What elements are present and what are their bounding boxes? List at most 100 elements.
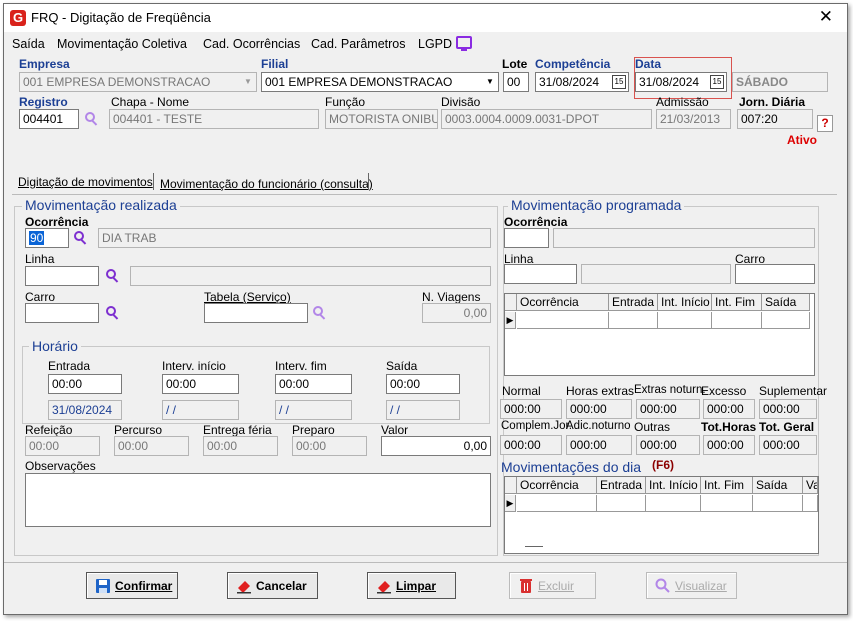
total-outras: 000:00 — [636, 435, 700, 455]
search-icon[interactable] — [313, 306, 327, 320]
table-cell[interactable] — [646, 495, 701, 512]
grid-header-ocorrencia[interactable]: Ocorrência — [517, 477, 597, 494]
tab-consulta[interactable]: Movimentação do funcionário (consulta) — [160, 177, 373, 191]
table-cell[interactable] — [712, 312, 762, 329]
confirmar-label: Confirmar — [115, 579, 173, 593]
table-cell[interactable] — [803, 495, 818, 512]
grid-header-saida[interactable]: Saída — [753, 477, 803, 494]
obs-textarea[interactable] — [25, 473, 491, 527]
prog-carro-input[interactable] — [735, 264, 815, 284]
calendar-icon[interactable]: 15 — [612, 75, 626, 89]
refeicao-input[interactable]: 00:00 — [25, 436, 100, 456]
funcao-display: MOTORISTA ONIBU — [325, 109, 438, 129]
menu-movimentacao-coletiva[interactable]: Movimentação Coletiva — [57, 37, 187, 51]
visualizar-label: Visualizar — [675, 579, 727, 593]
prog-ocorrencia-code[interactable] — [504, 228, 549, 248]
grid-header-int-fim[interactable]: Int. Fim — [712, 294, 762, 311]
grid-header-saida[interactable]: Saída — [762, 294, 810, 311]
calendar-icon[interactable]: 15 — [710, 75, 724, 89]
entrega-input[interactable]: 00:00 — [203, 436, 278, 456]
entrada-input[interactable]: 00:00 — [48, 374, 122, 394]
search-icon[interactable] — [85, 112, 99, 126]
table-cell[interactable] — [597, 495, 646, 512]
ifim-input[interactable]: 00:00 — [275, 374, 352, 394]
data-label: Data — [635, 57, 662, 71]
empresa-select[interactable]: 001 EMPRESA DEMONSTRACAO ▼ — [19, 72, 257, 92]
iinicio-date-display: / / — [162, 400, 239, 420]
ocorrencia-code-input[interactable]: 90 — [25, 228, 69, 248]
prog-grid[interactable]: Ocorrência Entrada Int. Início Int. Fim … — [504, 293, 815, 376]
registro-input[interactable]: 004401 — [19, 109, 79, 129]
chapa-nome-label: Chapa - Nome — [111, 95, 190, 109]
prog-linha-input[interactable] — [504, 264, 577, 284]
help-button[interactable]: ? — [817, 115, 833, 132]
total-suplementar: 000:00 — [759, 399, 817, 419]
iinicio-input[interactable]: 00:00 — [162, 374, 239, 394]
close-icon[interactable]: ✕ — [819, 7, 833, 27]
grid-corner — [505, 477, 517, 494]
table-cell[interactable] — [517, 495, 597, 512]
registro-label: Registro — [19, 95, 68, 109]
saida-input[interactable]: 00:00 — [386, 374, 460, 394]
divisao-display: 0003.0004.0009.0031-DPOT — [441, 109, 652, 129]
limpar-button[interactable]: Limpar — [367, 572, 456, 599]
carro-input[interactable] — [25, 303, 99, 323]
linha-label: Linha — [25, 252, 55, 266]
cancelar-button[interactable]: Cancelar — [227, 572, 318, 599]
grid-header-ocorrencia[interactable]: Ocorrência — [517, 294, 609, 311]
menu-saida[interactable]: Saída — [12, 37, 45, 51]
ocorrencia-desc-display: DIA TRAB — [98, 228, 491, 248]
search-icon[interactable] — [74, 231, 88, 245]
scrollbar-thumb[interactable] — [525, 546, 543, 547]
grid-header-entrada[interactable]: Entrada — [609, 294, 658, 311]
competencia-date[interactable]: 31/08/2024 15 — [535, 72, 629, 92]
main-window: G FRQ - Digitação de Freqüência ✕ Saída … — [3, 3, 848, 615]
chapa-nome-display: 004401 - TESTE — [109, 109, 319, 129]
confirmar-button[interactable]: Confirmar — [86, 572, 178, 599]
grid-header-int-inicio[interactable]: Int. Início — [646, 477, 701, 494]
menu-lgpd[interactable]: LGPD — [418, 37, 452, 51]
search-icon[interactable] — [106, 269, 120, 283]
title-bar: G FRQ - Digitação de Freqüência ✕ — [4, 4, 847, 32]
valor-input[interactable]: 0,00 — [381, 436, 491, 456]
table-cell[interactable] — [658, 312, 712, 329]
total-label: Complem.Jor. — [501, 420, 572, 432]
dia-grid[interactable]: Ocorrência Entrada Int. Início Int. Fim … — [504, 476, 819, 554]
table-cell[interactable] — [762, 312, 810, 329]
table-cell[interactable] — [609, 312, 658, 329]
total-label: Adic.noturno — [566, 420, 631, 432]
saida-label: Saída — [386, 359, 418, 373]
lote-input[interactable]: 00 — [503, 72, 529, 92]
percurso-input[interactable]: 00:00 — [114, 436, 189, 456]
grid-header-entrada[interactable]: Entrada — [597, 477, 646, 494]
tab-digitacao[interactable]: Digitação de movimentos — [18, 175, 153, 189]
data-date[interactable]: 31/08/2024 15 — [635, 72, 727, 92]
filial-select[interactable]: 001 EMPRESA DEMONSTRACAO ▼ — [261, 72, 499, 92]
linha-input[interactable] — [25, 266, 99, 286]
menu-cad-parametros[interactable]: Cad. Parâmetros — [311, 37, 405, 51]
jornada-label: Jorn. Diária — [739, 95, 806, 109]
grid-header-int-fim[interactable]: Int. Fim — [701, 477, 753, 494]
total-label: Normal — [502, 384, 541, 398]
search-icon[interactable] — [106, 306, 120, 320]
grid-header-int-inicio[interactable]: Int. Início — [658, 294, 712, 311]
excluir-label: Excluir — [538, 579, 575, 593]
menu-cad-ocorrencias[interactable]: Cad. Ocorrências — [203, 37, 300, 51]
grid-header-valor[interactable]: Va — [803, 477, 818, 494]
table-cell[interactable] — [753, 495, 803, 512]
monitor-icon[interactable] — [456, 36, 472, 51]
cancelar-label: Cancelar — [256, 579, 307, 593]
tabela-input[interactable] — [204, 303, 308, 323]
total-adic-noturno: 000:00 — [566, 435, 632, 455]
funcao-label: Função — [325, 95, 366, 109]
entrega-label: Entrega féria — [203, 423, 272, 437]
total-extras-noturn: 000:00 — [636, 399, 700, 419]
chevron-down-icon: ▼ — [486, 77, 494, 86]
ifim-date-display: / / — [275, 400, 352, 420]
table-cell[interactable] — [701, 495, 753, 512]
search-icon — [655, 578, 670, 593]
preparo-input[interactable]: 00:00 — [292, 436, 367, 456]
excluir-button[interactable]: Excluir — [509, 572, 596, 599]
table-cell[interactable] — [517, 312, 609, 329]
visualizar-button[interactable]: Visualizar — [646, 572, 737, 599]
